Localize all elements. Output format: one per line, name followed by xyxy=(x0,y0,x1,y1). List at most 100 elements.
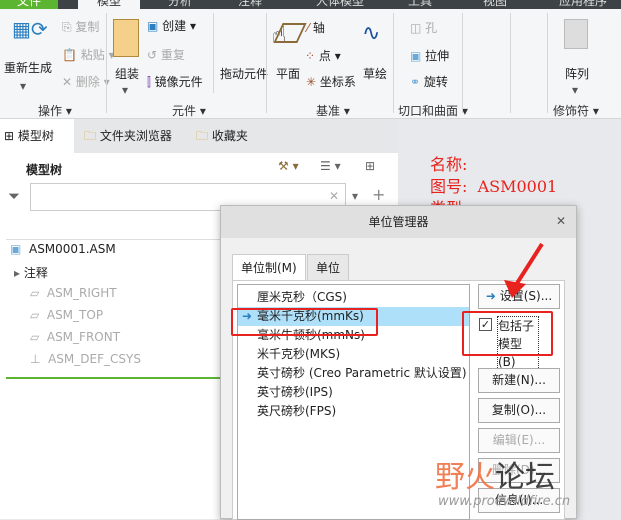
pattern-icon xyxy=(564,19,588,49)
mirror-label: 镜像元件 xyxy=(154,75,203,89)
assemble-button[interactable]: 组装 xyxy=(115,65,139,82)
group-datum[interactable]: 基准 ▾ xyxy=(316,102,350,119)
tab-model-tree[interactable]: ⊞ 模型树 xyxy=(0,119,74,153)
highlight-box xyxy=(231,308,378,336)
csys-label: 坐标系 xyxy=(319,75,356,89)
panel-title: 模型树 xyxy=(26,163,63,177)
repeat-label: 重复 xyxy=(160,48,185,62)
ribbon: ▦⟳ 重新生成 ▾ ⎘ 复制 📋 粘贴 ▾ ✕ 删除 ▾ 操作 ▾ 组装 ▾ ▣… xyxy=(0,9,621,119)
list-item[interactable]: 英寸磅秒 (Creo Parametric 默认设置) xyxy=(238,364,469,383)
show-list-icon[interactable]: ☰ ▾ xyxy=(320,159,341,173)
tab-units[interactable]: 单位 xyxy=(307,254,350,280)
extrude-button[interactable]: ▣ 拉伸 xyxy=(410,47,449,64)
chevron-down-icon[interactable]: ▾ xyxy=(122,83,128,97)
tab-model[interactable]: 模型 xyxy=(78,0,140,9)
point-button[interactable]: ⁘ 点 ▾ xyxy=(305,47,341,64)
chevron-down-icon[interactable]: ▾ xyxy=(352,189,358,203)
copy-label: 复制 xyxy=(75,20,100,34)
pattern-button[interactable]: 阵列 xyxy=(565,65,589,82)
tree-label: ASM_DEF_CSYS xyxy=(48,352,141,366)
red-arrow-annotation xyxy=(504,242,544,298)
paste-label: 粘贴 xyxy=(80,48,105,62)
divider xyxy=(106,13,107,113)
menu-bar: 文件 模型 分析 注释 人体模型 工具 视图 应用程序 xyxy=(0,0,621,9)
copy-button[interactable]: ⎘ 复制 xyxy=(62,18,99,35)
tab-applications[interactable]: 应用程序 xyxy=(545,0,621,9)
divider xyxy=(462,13,463,113)
drag-components-button[interactable]: 拖动元件 xyxy=(220,65,268,82)
new-button[interactable]: 新建(N)... xyxy=(478,368,560,393)
divider xyxy=(393,13,394,113)
delete-label: 删除 xyxy=(75,75,100,89)
divider xyxy=(547,13,548,113)
tree-label: 注释 xyxy=(23,266,48,280)
tab-label: 收藏夹 xyxy=(211,129,248,143)
tab-view[interactable]: 视图 xyxy=(470,0,520,9)
tab-file[interactable]: 文件 xyxy=(0,0,58,9)
tree-item-datum-plane[interactable]: ▱ ASM_RIGHT xyxy=(30,286,117,300)
regenerate-button[interactable]: 重新生成 xyxy=(4,59,52,76)
tree-item-datum-plane[interactable]: ▱ ASM_TOP xyxy=(30,308,103,322)
hole-button[interactable]: ◫ 孔 xyxy=(410,19,437,36)
close-icon[interactable]: ✕ xyxy=(556,214,566,228)
chevron-down-icon[interactable]: ▾ xyxy=(572,83,578,97)
create-button[interactable]: ▣ 创建 ▾ xyxy=(147,17,196,34)
add-icon[interactable]: + xyxy=(372,185,385,204)
tab-favorites[interactable]: 🗀 收藏夹 xyxy=(192,119,272,153)
axis-button[interactable]: ⁄ 轴 xyxy=(307,19,325,36)
list-item[interactable]: 英尺磅秒(FPS) xyxy=(238,402,469,421)
tree-item-csys[interactable]: ⊥ ASM_DEF_CSYS xyxy=(30,352,141,366)
list-item[interactable]: 米千克秒(MKS) xyxy=(238,345,469,364)
group-label: 元件 xyxy=(172,104,197,118)
mirror-component-button[interactable]: ⫿ 镜像元件 xyxy=(147,73,203,90)
plane-button[interactable]: 平面 xyxy=(276,65,300,82)
repeat-button[interactable]: ↺ 重复 xyxy=(147,46,185,63)
revolve-button[interactable]: ⚭ 旋转 xyxy=(410,73,448,90)
tree-label: ASM_TOP xyxy=(46,308,104,322)
sketch-button[interactable]: 草绘 xyxy=(363,65,387,82)
delete-button[interactable]: ✕ 删除 ▾ xyxy=(62,73,110,90)
tab-folder-browser[interactable]: 🗀 文件夹浏览器 xyxy=(80,119,190,153)
tree-item-annotations[interactable]: ▸ 注释 xyxy=(14,264,48,281)
group-label: 基准 xyxy=(316,104,341,118)
copy-button[interactable]: 复制(O)... xyxy=(478,398,560,423)
settings-tools-icon[interactable]: ⚒ ▾ xyxy=(278,159,299,173)
csys-button[interactable]: ✳ 坐标系 xyxy=(306,73,356,90)
group-label: 切口和曲面 xyxy=(398,104,459,118)
revolve-label: 旋转 xyxy=(423,75,448,89)
divider xyxy=(213,13,214,93)
point-label: 点 xyxy=(318,49,331,63)
clear-icon[interactable]: ✕ xyxy=(329,189,339,203)
group-label: 修饰符 xyxy=(553,104,590,118)
watermark-url: www.proewildfire.cn xyxy=(438,494,571,509)
name-label: 名称: xyxy=(430,155,468,174)
tab-manikin[interactable]: 人体模型 xyxy=(300,0,380,9)
dialog-title: 单位管理器 xyxy=(221,206,576,238)
tree-filter-icon[interactable]: ⊞ xyxy=(365,159,375,173)
sketch-icon: ∿ xyxy=(362,21,381,46)
chevron-down-icon[interactable]: ▾ xyxy=(20,79,26,93)
create-label: 创建 xyxy=(162,19,187,33)
watermark: 野火论坛 xyxy=(435,460,555,495)
group-label: 操作 xyxy=(38,104,63,118)
edit-button[interactable]: 编辑(E)... xyxy=(478,428,560,453)
filter-icon: ⏷ xyxy=(8,187,21,205)
group-modifiers-label[interactable]: 修饰符 ▾ xyxy=(553,102,599,119)
tab-analysis[interactable]: 分析 xyxy=(155,0,205,9)
assemble-icon xyxy=(113,19,139,57)
divider xyxy=(266,13,267,113)
tab-tools[interactable]: 工具 xyxy=(400,0,440,9)
group-operations[interactable]: 操作 ▾ xyxy=(38,102,72,119)
list-item[interactable]: 英寸磅秒(IPS) xyxy=(238,383,469,402)
tree-label: ASM0001.ASM xyxy=(28,242,116,256)
tree-item-root[interactable]: ▣ ASM0001.ASM xyxy=(10,242,116,256)
tab-unit-systems[interactable]: 单位制(M) xyxy=(232,254,306,280)
highlight-box xyxy=(462,311,553,356)
tab-annotate[interactable]: 注释 xyxy=(225,0,275,9)
extrude-label: 拉伸 xyxy=(425,49,450,63)
group-components[interactable]: 元件 ▾ xyxy=(172,102,206,119)
tree-item-datum-plane[interactable]: ▱ ASM_FRONT xyxy=(30,330,120,344)
regenerate-icon: ▦⟳ xyxy=(12,17,48,41)
list-item[interactable]: 厘米克秒（CGS) xyxy=(238,288,469,307)
group-cuts-surfaces[interactable]: 切口和曲面 ▾ xyxy=(398,102,468,119)
